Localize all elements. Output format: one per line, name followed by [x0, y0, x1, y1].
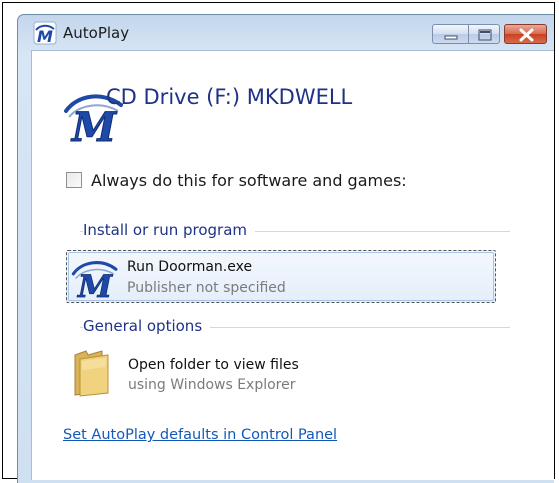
- maximize-icon: [478, 29, 492, 41]
- group-label-install-or-run: Install or run program: [83, 221, 256, 239]
- mkdwell-m-logo-icon: M: [71, 261, 118, 301]
- option-title: Run Doorman.exe: [127, 259, 253, 275]
- folder-icon: [74, 350, 109, 397]
- close-button[interactable]: [504, 24, 547, 44]
- drive-title: CD Drive (F:) MKDWELL: [106, 85, 353, 109]
- autoplay-defaults-link[interactable]: Set AutoPlay defaults in Control Panel: [63, 427, 337, 443]
- always-do-this-checkbox[interactable]: [66, 172, 82, 188]
- svg-text:M: M: [77, 269, 114, 301]
- option-open-folder[interactable]: Open folder to view files using Windows …: [66, 345, 496, 405]
- group-label-general-options: General options: [83, 317, 211, 335]
- close-icon: [519, 28, 534, 42]
- mkdwell-m-logo-icon: M: [33, 21, 57, 45]
- svg-text:M: M: [70, 104, 118, 145]
- always-do-this-label[interactable]: Always do this for software and games:: [91, 171, 407, 190]
- minimize-button[interactable]: [432, 24, 468, 44]
- option-subtitle: Publisher not specified: [127, 280, 286, 296]
- window-title: AutoPlay: [63, 24, 130, 42]
- minimize-icon: [444, 35, 458, 40]
- maximize-button[interactable]: [468, 24, 500, 44]
- option-run-doorman[interactable]: M Run Doorman.exe Publisher not specifie…: [66, 250, 496, 303]
- option-title: Open folder to view files: [128, 357, 299, 373]
- svg-text:M: M: [37, 27, 53, 45]
- option-subtitle: using Windows Explorer: [128, 377, 296, 393]
- title-bar[interactable]: M AutoPlay: [18, 15, 554, 49]
